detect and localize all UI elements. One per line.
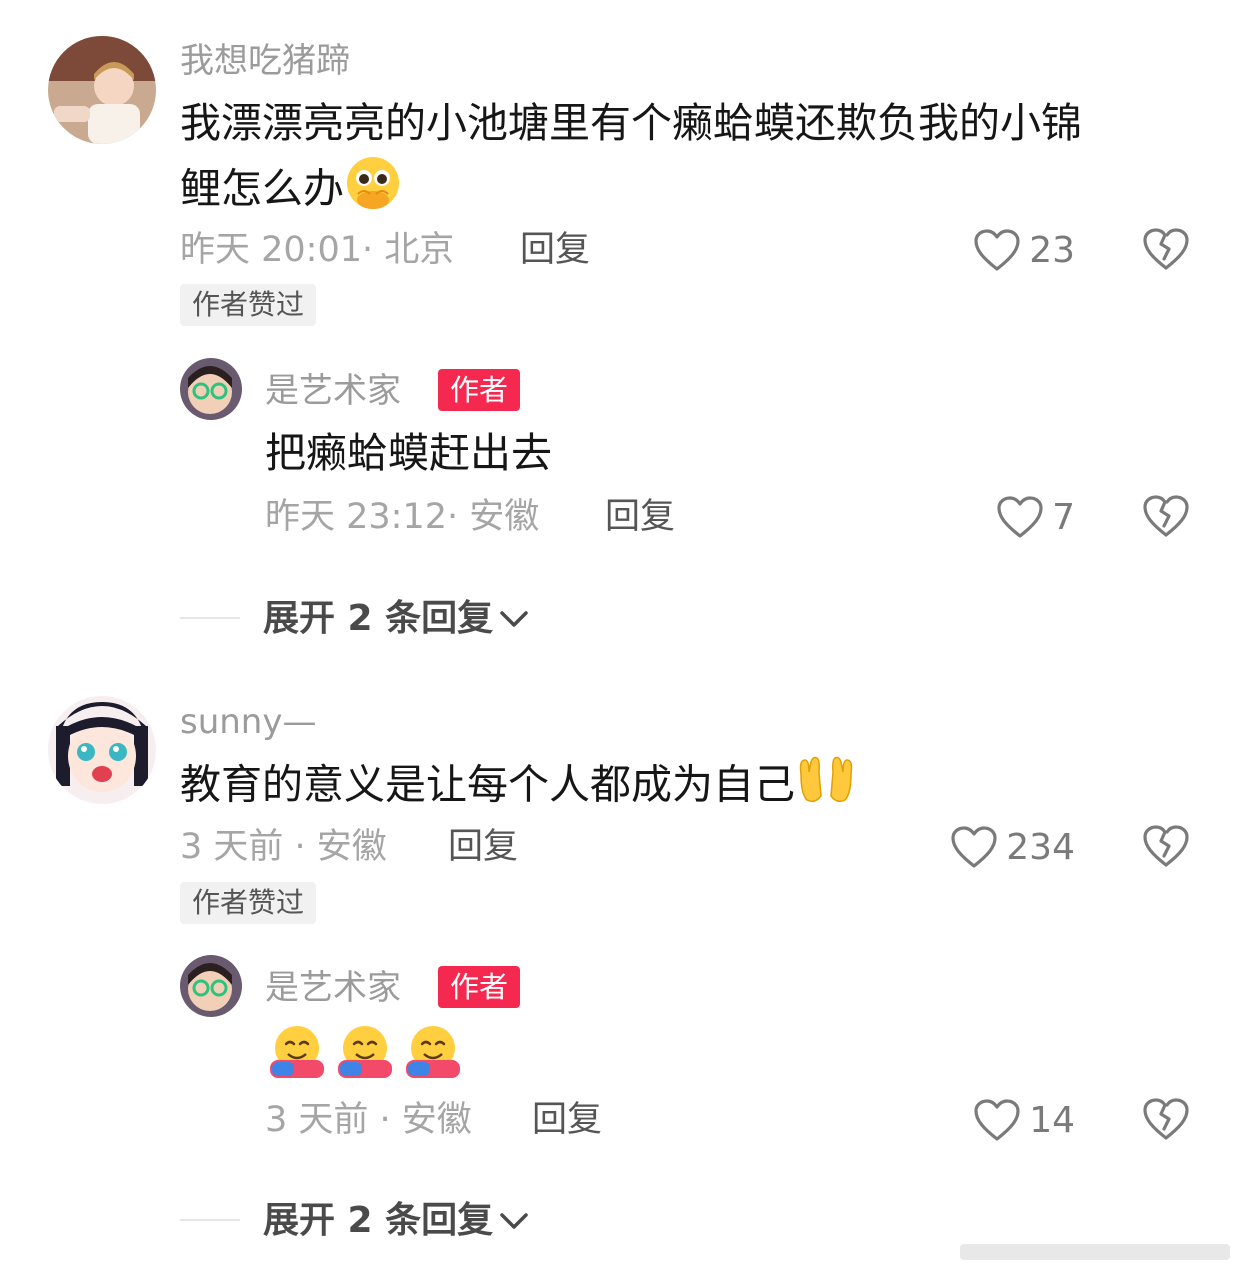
chevron-down-icon (500, 611, 528, 627)
author-liked-badge: 作者赞过 (180, 882, 317, 924)
reply-meta: 3 天前 · 安徽 (265, 1100, 472, 1140)
reply-button[interactable]: 回复 (605, 495, 675, 539)
avatar[interactable] (48, 36, 156, 144)
dislike-button[interactable] (1142, 1096, 1190, 1142)
like-count: 23 (1029, 229, 1075, 271)
broken-heart-icon (1143, 495, 1189, 537)
reply-username[interactable]: 是艺术家 (265, 968, 401, 1008)
broken-heart-icon (1143, 228, 1189, 270)
heart-outline-icon (951, 826, 997, 868)
expand-replies-label: 展开 2 条回复 (263, 1200, 494, 1241)
broken-heart-icon (1143, 1098, 1189, 1140)
broken-heart-icon (1143, 825, 1189, 867)
pleading-face-emoji-icon (344, 154, 402, 229)
heart-outline-icon (974, 1099, 1020, 1141)
expand-replies-label: 展开 2 条回复 (263, 598, 494, 639)
heart-outline-icon (974, 229, 1020, 271)
author-badge: 作者 (438, 966, 521, 1008)
reply-button[interactable]: 回复 (532, 1098, 602, 1142)
reply-button[interactable]: 回复 (448, 825, 518, 869)
reply-emoji-row (268, 1022, 462, 1080)
dislike-button[interactable] (1142, 493, 1190, 539)
like-count: 7 (1052, 496, 1075, 538)
expand-replies-button[interactable]: 展开 2 条回复 (263, 1199, 529, 1243)
hugging-face-emoji-icon (406, 1026, 460, 1078)
dislike-button[interactable] (1142, 823, 1190, 869)
avatar[interactable] (180, 358, 242, 420)
like-button[interactable]: 234 (915, 819, 1075, 875)
comment-text: 教育的意义是让每个人都成为自己 (180, 752, 857, 823)
hugging-face-emoji-icon (270, 1026, 324, 1078)
heart-outline-icon (997, 496, 1043, 538)
chevron-down-icon (500, 1213, 528, 1229)
comment-meta: 3 天前 · 安徽 (180, 827, 387, 867)
reply-username[interactable]: 是艺术家 (265, 371, 401, 411)
like-button[interactable]: 14 (940, 1092, 1075, 1148)
comment-text-line: 教育的意义是让每个人都成为自己 (180, 760, 795, 809)
divider (180, 617, 240, 619)
like-button[interactable]: 23 (940, 222, 1075, 278)
hugging-face-emoji-icon (338, 1026, 392, 1078)
bottom-bar (960, 1244, 1230, 1260)
author-liked-badge: 作者赞过 (180, 284, 317, 326)
comment-text-line: 我漂漂亮亮的小池塘里有个癞蛤蟆还欺负我的小锦 (180, 99, 1082, 147)
palms-up-emoji-icon (795, 752, 857, 823)
reply-text: 把癞蛤蟆赶出去 (265, 429, 552, 477)
dislike-button[interactable] (1142, 226, 1190, 272)
like-count: 14 (1029, 1099, 1075, 1141)
like-button[interactable]: 7 (940, 489, 1075, 545)
like-count: 234 (1006, 826, 1075, 868)
avatar[interactable] (48, 696, 156, 804)
expand-replies-button[interactable]: 展开 2 条回复 (263, 597, 529, 641)
avatar[interactable] (180, 955, 242, 1017)
reply-button[interactable]: 回复 (520, 228, 590, 272)
reply-meta: 昨天 23:12· 安徽 (265, 497, 540, 537)
comment-meta: 昨天 20:01· 北京 (180, 230, 455, 270)
comment-text-line: 鲤怎么办 (180, 164, 344, 213)
author-badge: 作者 (438, 369, 521, 411)
comment-text: 我漂漂亮亮的小池塘里有个癞蛤蟆还欺负我的小锦 鲤怎么办 (180, 92, 1190, 229)
comment-username[interactable]: 我想吃猪蹄 (180, 41, 350, 81)
divider (180, 1219, 240, 1221)
comment-username[interactable]: sunny— (180, 702, 316, 742)
